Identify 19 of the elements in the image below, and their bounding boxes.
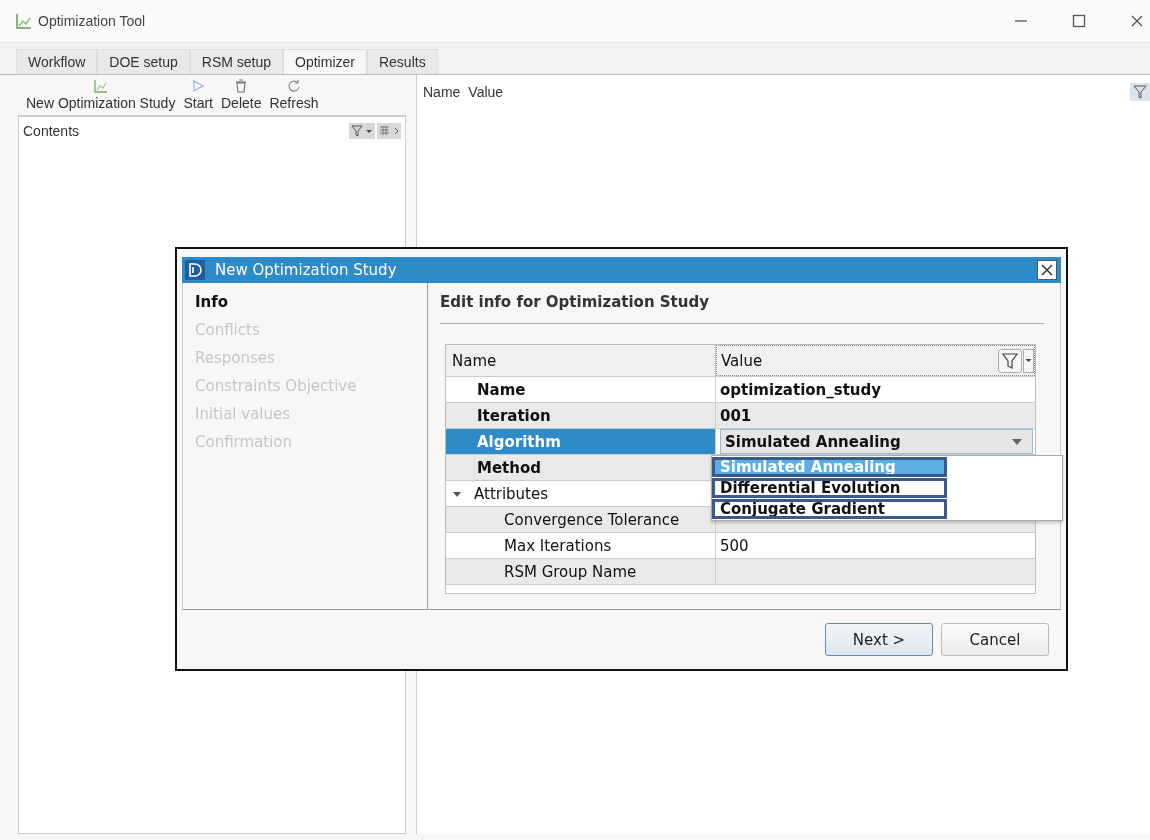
column-header: Name xyxy=(446,345,716,376)
property-name: RSM Group Name xyxy=(504,562,637,581)
column-header: Name xyxy=(423,84,461,100)
property-name: Algorithm xyxy=(477,432,561,451)
property-value: 500 xyxy=(720,536,749,555)
property-name: Name xyxy=(477,380,526,399)
property-name: Attributes xyxy=(474,484,549,503)
property-name: Convergence Tolerance xyxy=(504,510,680,529)
column-header: Value xyxy=(721,351,763,370)
property-name: Max Iterations xyxy=(504,536,612,555)
panel-title: Contents xyxy=(23,123,80,139)
column-header: Value xyxy=(468,84,504,100)
dialog-title: New Optimization Study xyxy=(215,261,397,279)
property-value: optimization_study xyxy=(720,380,882,399)
property-name: Method xyxy=(477,458,541,477)
section-heading: Edit info for Optimization Study xyxy=(440,293,1044,324)
property-value: 001 xyxy=(720,406,752,425)
property-name: Iteration xyxy=(477,406,551,425)
window-title: Optimization Tool xyxy=(38,13,146,29)
